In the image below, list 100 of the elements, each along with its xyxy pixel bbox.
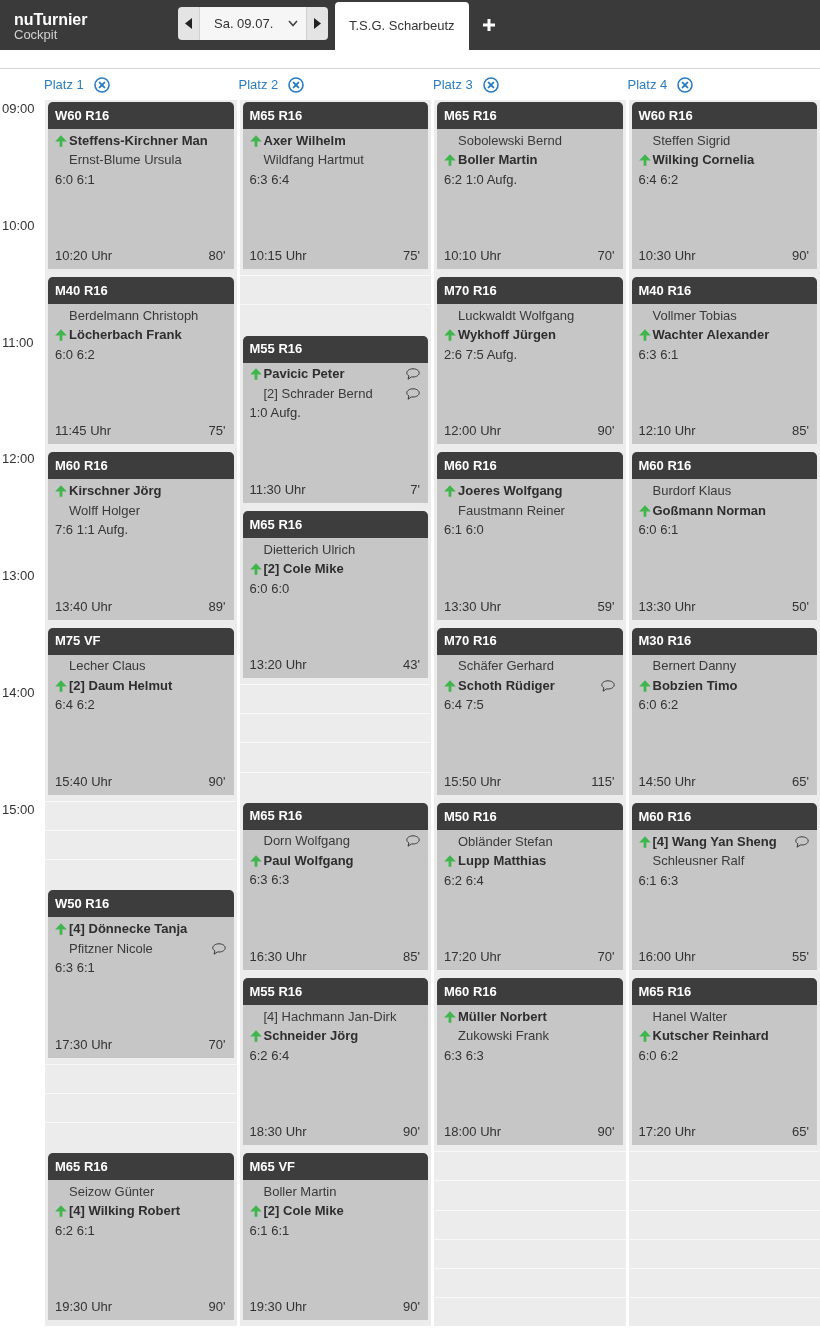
player-name: Vollmer Tobias — [652, 307, 737, 324]
close-circle-icon[interactable] — [93, 76, 110, 93]
player-name: Ernst-Blume Ursula — [69, 152, 182, 169]
player-name: Berdelmann Christoph — [69, 307, 199, 324]
score-text: 6:2 6:1 — [55, 1222, 95, 1239]
match-card[interactable]: M60 R16 Burdorf Klaus Goßmann Norman 6:0 6:1 13:30 Uhr 50' — [631, 452, 817, 620]
match-category-header: M65 R16 — [242, 510, 428, 538]
match-duration: 89' — [208, 598, 226, 615]
match-card[interactable]: M65 VF Boller Martin [2] Cole Mike 6:1 6:1 19:30 Uhr 90' — [242, 1153, 428, 1321]
match-card[interactable]: M65 R16 Hanel Walter Kutscher Reinhard 6:0 6:2 17:20 Uhr 65' — [631, 977, 817, 1146]
match-card[interactable]: M60 R16 Kirschner Jörg Wolff Holger 7:6 1:1 Aufg. 13:40 Uhr 89' — [48, 452, 234, 620]
close-circle-icon[interactable] — [677, 76, 694, 93]
match-card[interactable]: M30 R16 Bernert Danny Bobzien Timo 6:0 6:2 14:50 Uhr 65' — [631, 627, 817, 795]
match-card[interactable]: M65 R16 Axer Wilhelm Wildfang Hartmut 6:3 6:4 10:15 Uhr 75' — [242, 102, 428, 270]
player-name: [4] Wilking Robert — [69, 1203, 181, 1220]
time-label: 10:00 — [1, 216, 35, 233]
speech-bubble-icon[interactable] — [406, 387, 420, 400]
tab[interactable]: T.S.G. Scharbeutz — [335, 2, 469, 50]
player-name: Schneider Jörg — [263, 1028, 359, 1045]
match-card[interactable]: W50 R16 [4] Dönnecke Tanja Pfitzner Nicole 6:3 6:1 17:30 Uhr 70' — [48, 890, 234, 1058]
speech-bubble-icon[interactable] — [600, 679, 615, 692]
end-time: 18:00 Uhr — [444, 1124, 502, 1141]
player-name: Schoth Rüdiger — [458, 677, 555, 694]
match-card[interactable]: M55 R16 [4] Hachmann Jan-Dirk Schneider Jörg 6:2 6:4 18:30 Uhr 90' — [242, 977, 428, 1146]
score-text: 6:3 6:1 — [638, 346, 679, 363]
match-card[interactable]: M40 R16 Vollmer Tobias Wachter Alexander 6:3 6:1 12:10 Uhr 85' — [631, 277, 817, 445]
add-tab-button[interactable] — [480, 17, 497, 33]
score-text: 6:0 6:1 — [638, 522, 679, 539]
match-card[interactable]: M65 R16 Dorn Wolfgang Paul Wolfgang 6:3 6:3 16:30 Uhr 85' — [242, 802, 428, 970]
player-name: Lupp Matthias — [458, 853, 547, 869]
player-name: Boller Martin — [263, 1183, 337, 1200]
player-name: [2] Daum Helmut — [69, 677, 173, 694]
match-duration: 80' — [208, 248, 226, 265]
player-name: Burdorf Klaus — [652, 483, 732, 500]
arrow-up-icon — [55, 485, 67, 498]
end-time: 10:30 Uhr — [638, 248, 696, 265]
score-text: 6:0 6:2 — [638, 1047, 679, 1064]
court-label: Platz 2 — [238, 75, 279, 94]
score-text: 6:4 7:5 — [444, 697, 484, 714]
speech-bubble-icon[interactable] — [795, 835, 809, 848]
player-name: Wildfang Hartmut — [263, 152, 364, 169]
close-circle-icon[interactable] — [288, 76, 305, 93]
player-name: Axer Wilhelm — [263, 132, 346, 149]
match-category-header: M75 VF — [48, 627, 234, 655]
match-category-header: M60 R16 — [437, 452, 623, 480]
match-category-header: M65 R16 — [437, 102, 623, 129]
player-name: Steffen Sigrid — [652, 132, 731, 149]
player-name: [4] Wang Yan Sheng — [652, 833, 777, 850]
match-card[interactable]: M55 R16 Pavicic Peter [2] Schrader Bernd 1:0 Aufg. 11:30 Uhr 7' — [242, 335, 428, 503]
end-time: 16:00 Uhr — [638, 948, 696, 965]
match-card[interactable]: M60 R16 Joeres Wolfgang Faustmann Reiner 6:1 6:0 13:30 Uhr 59' — [437, 452, 623, 620]
arrow-up-icon — [249, 134, 262, 147]
player-name: [4] Dönnecke Tanja — [69, 921, 188, 938]
score-text: 1:0 Aufg. — [249, 405, 301, 422]
end-time: 14:50 Uhr — [638, 773, 696, 790]
time-label: 14:00 — [1, 684, 35, 700]
player-name: Steffens-Kirchner Man — [69, 132, 208, 149]
speech-bubble-icon[interactable] — [211, 942, 226, 955]
end-time: 11:45 Uhr — [55, 423, 112, 440]
match-category-header: M55 R16 — [242, 977, 428, 1005]
arrow-up-icon — [638, 329, 651, 342]
court-label: Platz 1 — [44, 75, 84, 94]
arrow-up-icon — [444, 1010, 456, 1023]
score-text: 6:2 6:4 — [249, 1047, 290, 1064]
court-label: Platz 3 — [433, 75, 473, 94]
match-card[interactable]: M40 R16 Berdelmann Christoph Löcherbach Frank 6:0 6:2 11:45 Uhr 75' — [48, 277, 234, 445]
match-card[interactable]: M70 R16 Schäfer Gerhard Schoth Rüdiger 6:4 7:5 15:50 Uhr 115' — [437, 627, 623, 795]
date-select[interactable]: Sa. 09.07. — [200, 7, 306, 40]
player-name: Müller Norbert — [458, 1008, 547, 1025]
arrow-up-icon — [444, 485, 456, 498]
next-day-button[interactable] — [306, 7, 328, 40]
end-time: 18:30 Uhr — [249, 1124, 307, 1141]
speech-bubble-icon[interactable] — [406, 835, 420, 848]
logo-title: nuTurnier — [14, 11, 88, 28]
match-card[interactable]: M60 R16 [4] Wang Yan Sheng Schleusner Ralf 6:1 6:3 16:00 Uhr 55' — [631, 802, 817, 970]
match-card[interactable]: M65 R16 Sobolewski Bernd Boller Martin 6:2 1:0 Aufg. 10:10 Uhr 70' — [437, 102, 623, 270]
close-circle-icon[interactable] — [482, 76, 499, 93]
player-name: Wachter Alexander — [652, 327, 770, 344]
match-card[interactable]: W60 R16 Steffens-Kirchner Man Ernst-Blume Ursula 6:0 6:1 10:20 Uhr 80' — [48, 102, 234, 270]
match-category-header: W50 R16 — [48, 890, 234, 918]
match-duration: 59' — [597, 598, 615, 615]
match-duration: 50' — [792, 598, 809, 615]
match-card[interactable]: M65 R16 Seizow Günter [4] Wilking Robert 6:2 6:1 19:30 Uhr 90' — [48, 1153, 234, 1321]
match-category-header: M60 R16 — [631, 802, 817, 830]
score-text: 6:3 6:3 — [249, 872, 290, 889]
player-name: Bobzien Timo — [652, 677, 738, 694]
score-text: 7:6 1:1 Aufg. — [55, 522, 128, 539]
match-card[interactable]: M65 R16 Dietterich Ulrich [2] Cole Mike 6:0 6:0 13:20 Uhr 43' — [242, 510, 428, 678]
match-card[interactable]: M70 R16 Luckwaldt Wolfgang Wykhoff Jürgen 2:6 7:5 Aufg. 12:00 Uhr 90' — [437, 277, 623, 445]
previous-day-button[interactable] — [178, 7, 200, 40]
end-time: 15:50 Uhr — [444, 773, 502, 790]
match-card[interactable]: M75 VF Lecher Claus [2] Daum Helmut 6:4 6:2 15:40 Uhr 90' — [48, 627, 234, 795]
match-duration: 75' — [208, 423, 226, 440]
speech-bubble-icon[interactable] — [406, 368, 420, 381]
player-name: Bernert Danny — [652, 658, 737, 675]
arrow-up-icon — [249, 563, 262, 575]
match-card[interactable]: M60 R16 Müller Norbert Zukowski Frank 6:3 6:3 18:00 Uhr 90' — [437, 977, 623, 1146]
match-card[interactable]: M50 R16 Obländer Stefan Lupp Matthias 6:2 6:4 17:20 Uhr 70' — [437, 802, 623, 970]
match-card[interactable]: W60 R16 Steffen Sigrid Wilking Cornelia 6:4 6:2 10:30 Uhr 90' — [631, 102, 817, 270]
arrow-up-icon — [55, 1205, 67, 1218]
